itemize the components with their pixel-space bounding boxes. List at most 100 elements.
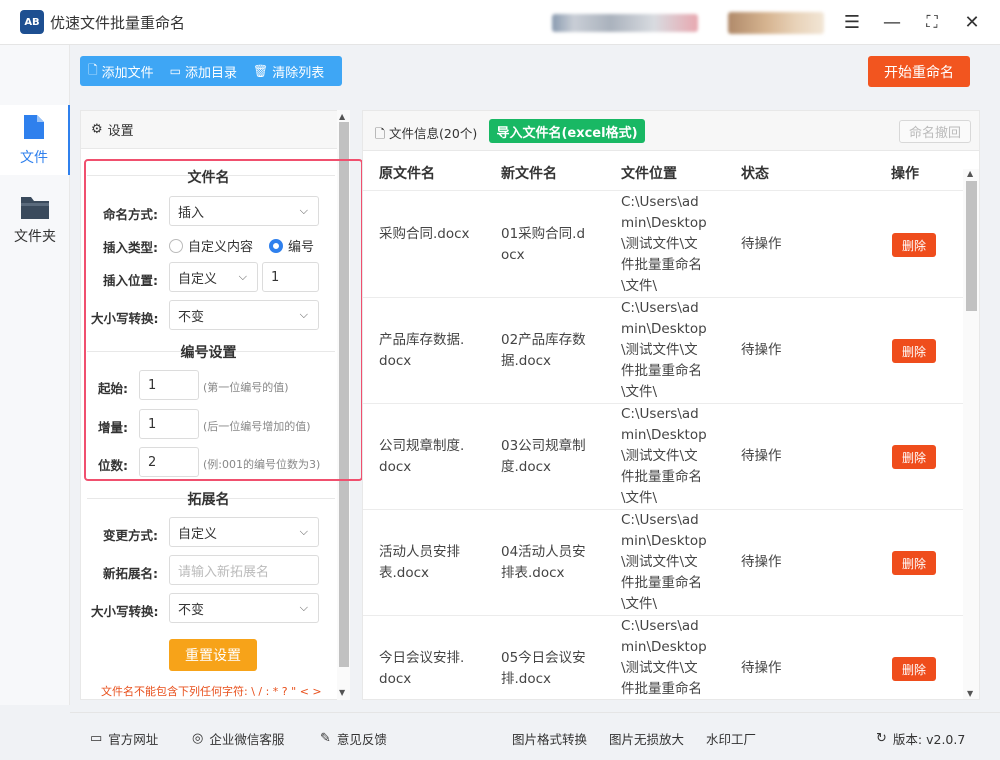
naming-method-value: 插入 (178, 205, 205, 221)
invalid-chars-warning: 文件名不能包含下列任何字符: \ / : * ? " < > (101, 685, 322, 698)
insert-position-input[interactable]: 1 (262, 262, 319, 292)
insert-type-custom-radio[interactable]: 自定义内容 (169, 236, 253, 255)
rail-item-file[interactable]: 文件 (0, 105, 70, 175)
title-bar: AB 优速文件批量重命名 ☰ — ⛶ ✕ (0, 0, 1000, 45)
ext-mode-select[interactable]: 自定义 ⌵ (169, 517, 319, 547)
feedback-label: 意见反馈 (336, 732, 387, 747)
step-number-input[interactable]: 1 (139, 409, 199, 439)
version-info: ↻ 版本: v2.0.7 (876, 729, 965, 748)
chevron-down-icon: ⌵ (299, 525, 308, 538)
insert-type-number-radio[interactable]: 编号 (269, 236, 314, 255)
feedback-icon: ✎ (320, 731, 331, 746)
ext-mode-label: 变更方式: (103, 528, 158, 543)
col-status: 状态 (741, 166, 769, 182)
folder-outline-icon: ▭ (169, 64, 182, 78)
scroll-down-icon[interactable]: ▼ (339, 688, 345, 697)
reset-settings-button[interactable]: 重置设置 (169, 639, 257, 671)
chevron-down-icon: ⌵ (299, 308, 308, 321)
scroll-down-icon[interactable]: ▼ (967, 689, 973, 698)
ext-mode-value: 自定义 (178, 526, 218, 542)
app-title: 优速文件批量重命名 (50, 13, 186, 32)
start-hint: (第一位编号的值) (203, 381, 289, 394)
delete-row-button[interactable]: 删除 (892, 339, 936, 363)
original-name-cell: 今日会议安排.docx (379, 650, 465, 687)
add-file-button[interactable]: 🗋 添加文件 (80, 56, 162, 86)
step-hint: (后一位编号增加的值) (203, 420, 311, 433)
watermark-link[interactable]: 水印工厂 (706, 729, 756, 748)
location-cell: C:\Users\admin\Desktop\测试文件\文件批量重命名\文件\ (621, 194, 707, 294)
ext-case-select[interactable]: 不变 ⌵ (169, 593, 319, 623)
rail-item-folder[interactable]: 文件夹 (0, 185, 70, 255)
gear-icon: ⚙ (91, 122, 103, 137)
table-row: 公司规章制度.docx 03公司规章制度.docx C:\Users\admin… (363, 404, 963, 510)
file-list-scrollbar[interactable]: ▲ ▼ (963, 169, 979, 699)
feedback-link[interactable]: ✎ 意见反馈 (320, 729, 387, 748)
radio-unchecked-icon (169, 238, 183, 253)
new-name-cell: 03公司规章制度.docx (501, 438, 586, 475)
naming-method-select[interactable]: 插入 ⌵ (169, 196, 319, 226)
delete-row-button[interactable]: 删除 (892, 233, 936, 257)
original-name-cell: 活动人员安排表.docx (379, 544, 460, 581)
insert-position-select[interactable]: 自定义 ⌵ (169, 262, 258, 292)
chevron-down-icon: ⌵ (299, 601, 308, 614)
doc-icon: 🗋 (88, 62, 98, 77)
menu-icon[interactable]: ☰ (837, 8, 867, 36)
file-info-label: 文件信息(20个) (389, 126, 478, 141)
doc-icon: 🗋 (375, 126, 386, 141)
new-name-cell: 04活动人员安排表.docx (501, 544, 586, 581)
table-row: 今日会议安排.docx 05今日会议安排.docx C:\Users\admin… (363, 616, 963, 699)
col-new-name: 新文件名 (501, 166, 557, 182)
file-list-header: 🗋 文件信息(20个) 导入文件名(excel格式) 命名撤回 (363, 111, 979, 151)
trash-icon: 🗑 (253, 64, 269, 78)
file-icon (24, 115, 44, 139)
extension-section-title: 拓展名 (187, 492, 230, 508)
website-label: 官方网址 (108, 732, 159, 747)
delete-row-button[interactable]: 删除 (892, 445, 936, 469)
settings-title: 设置 (107, 124, 134, 139)
new-ext-label: 新拓展名: (103, 566, 158, 581)
scrollbar-thumb[interactable] (966, 181, 977, 311)
clear-list-button[interactable]: 🗑 清除列表 (245, 56, 332, 86)
insert-type-custom-label: 自定义内容 (188, 240, 254, 255)
website-link[interactable]: ▭ 官方网址 (90, 729, 158, 748)
maximize-icon[interactable]: ⛶ (917, 8, 947, 36)
new-ext-input[interactable]: 请输入新拓展名 (169, 555, 319, 585)
radio-checked-icon (269, 238, 283, 253)
wechat-support-link[interactable]: ◎ 企业微信客服 (192, 729, 284, 748)
insert-position-label: 插入位置: (103, 273, 158, 288)
scroll-up-icon[interactable]: ▲ (339, 112, 345, 121)
image-convert-link[interactable]: 图片格式转换 (512, 729, 587, 748)
add-directory-button[interactable]: ▭ 添加目录 (162, 56, 245, 86)
start-rename-button[interactable]: 开始重命名 (868, 56, 970, 87)
rail-label-file: 文件 (20, 150, 48, 166)
ext-case-value: 不变 (178, 602, 205, 618)
location-cell: C:\Users\admin\Desktop\测试文件\文件批量重命名\文件\ (621, 406, 707, 506)
file-info-title: 🗋 文件信息(20个) (375, 123, 477, 146)
chat-icon: ◎ (192, 731, 204, 746)
delete-row-button[interactable]: 删除 (892, 551, 936, 575)
scroll-up-icon[interactable]: ▲ (967, 169, 973, 178)
location-cell: C:\Users\admin\Desktop\测试文件\文件批量重命名\文件\ (621, 512, 707, 612)
minimize-icon[interactable]: — (877, 8, 907, 36)
case-convert-select[interactable]: 不变 ⌵ (169, 300, 319, 330)
digits-label: 位数: (98, 458, 128, 473)
digits-input[interactable]: 2 (139, 447, 199, 477)
insert-type-label: 插入类型: (103, 240, 158, 255)
chevron-down-icon: ⌵ (238, 270, 247, 283)
settings-panel: ⚙ 设置 文件名 命名方式: 插入 ⌵ 插入类型: 自定义内容 编号 插入位置:… (80, 110, 350, 700)
start-label: 起始: (98, 381, 128, 396)
import-excel-button[interactable]: 导入文件名(excel格式) (489, 119, 645, 143)
scrollbar-thumb[interactable] (339, 122, 349, 667)
add-directory-label: 添加目录 (185, 65, 238, 81)
undo-rename-button[interactable]: 命名撤回 (899, 120, 971, 143)
naming-method-label: 命名方式: (103, 207, 158, 222)
image-enlarge-link[interactable]: 图片无损放大 (609, 729, 684, 748)
toolbar: 🗋 添加文件 ▭ 添加目录 🗑 清除列表 (80, 56, 342, 86)
add-file-label: 添加文件 (101, 65, 154, 81)
step-label: 增量: (98, 420, 128, 435)
settings-scrollbar[interactable]: ▲ ▼ (337, 110, 350, 700)
delete-row-button[interactable]: 删除 (892, 657, 936, 681)
start-number-input[interactable]: 1 (139, 370, 199, 400)
refresh-icon: ↻ (876, 731, 887, 746)
close-icon[interactable]: ✕ (957, 8, 987, 36)
